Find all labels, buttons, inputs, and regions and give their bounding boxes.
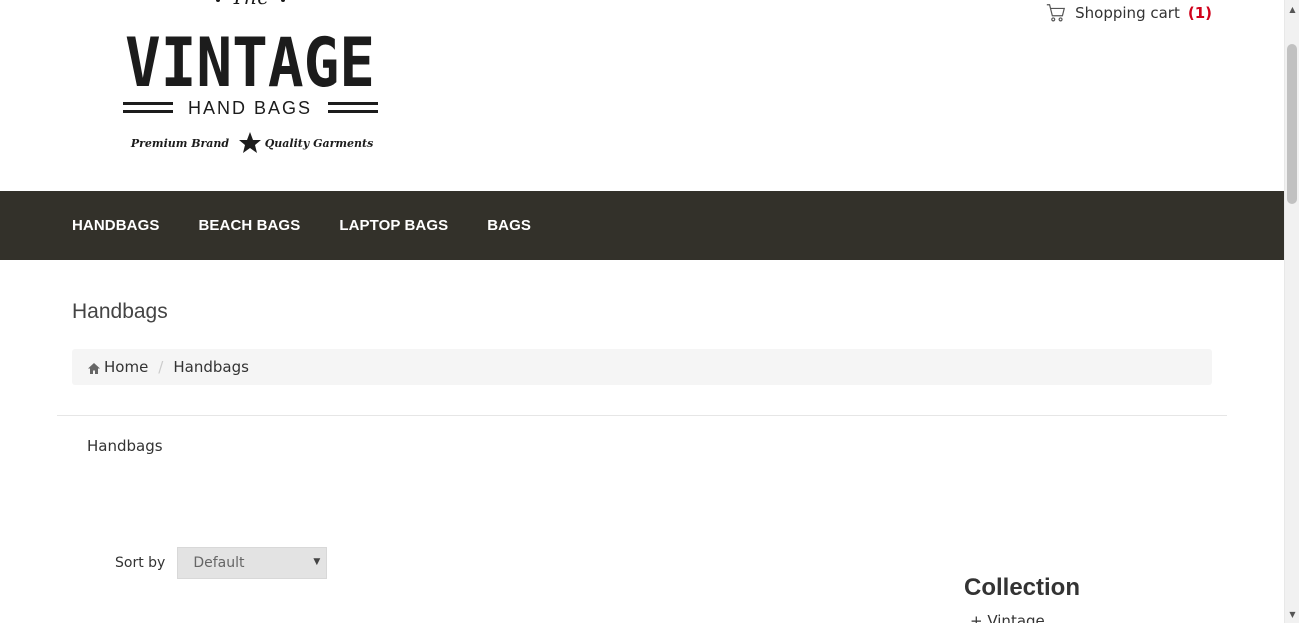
shopping-cart-link[interactable]: Shopping cart (1) xyxy=(1045,2,1212,24)
scroll-up-icon[interactable]: ▲ xyxy=(1285,2,1299,16)
nav-item-bags[interactable]: BAGS xyxy=(487,217,531,234)
sort-control: Sort by Default ▼ xyxy=(115,547,328,579)
star-icon xyxy=(239,132,261,153)
logo-brand: VINTAGE xyxy=(125,24,375,103)
vintage-logo-graphic: The VINTAGE HAND BAGS Premium Brand Qual… xyxy=(123,0,378,153)
breadcrumb-separator: / xyxy=(158,358,164,376)
logo-sub: HAND BAGS xyxy=(188,98,312,118)
scrollbar-thumb[interactable] xyxy=(1287,44,1297,204)
sort-select[interactable]: Default ▼ xyxy=(177,547,328,579)
logo-tagline-left: Premium Brand xyxy=(130,137,230,150)
home-icon xyxy=(87,361,101,374)
category-name: Handbags xyxy=(87,437,163,455)
collection-item-vintage[interactable]: + Vintage xyxy=(970,612,1045,623)
chevron-down-icon: ▼ xyxy=(313,557,321,567)
page: The VINTAGE HAND BAGS Premium Brand Qual… xyxy=(0,0,1284,623)
main-navigation: HANDBAGS BEACH BAGS LAPTOP BAGS BAGS xyxy=(0,191,1284,260)
sort-label: Sort by xyxy=(115,555,166,571)
breadcrumb-home-link[interactable]: Home xyxy=(87,358,148,376)
nav-item-laptop-bags[interactable]: LAPTOP BAGS xyxy=(339,217,448,234)
nav-item-beach-bags[interactable]: BEACH BAGS xyxy=(198,217,300,234)
logo-tagline-right: Quality Garments xyxy=(265,137,374,150)
cart-count-badge: (1) xyxy=(1187,4,1212,22)
collection-title: Collection xyxy=(964,574,1081,601)
breadcrumb-current: Handbags xyxy=(173,358,249,376)
page-scrollbar[interactable]: ▲ ▼ xyxy=(1284,0,1299,623)
page-title: Handbags xyxy=(72,300,168,323)
sort-selected-value: Default xyxy=(193,555,245,571)
brand-logo[interactable]: The VINTAGE HAND BAGS Premium Brand Qual… xyxy=(118,0,383,165)
logo-top-word: The xyxy=(231,0,269,9)
content-divider xyxy=(57,415,1227,416)
breadcrumb: Home / Handbags xyxy=(72,349,1212,385)
breadcrumb-home-label: Home xyxy=(104,358,149,376)
shopping-cart-label: Shopping cart xyxy=(1075,4,1180,22)
scroll-down-icon[interactable]: ▼ xyxy=(1285,607,1299,621)
shopping-cart-icon xyxy=(1045,2,1067,24)
nav-item-handbags[interactable]: HANDBAGS xyxy=(72,217,159,234)
